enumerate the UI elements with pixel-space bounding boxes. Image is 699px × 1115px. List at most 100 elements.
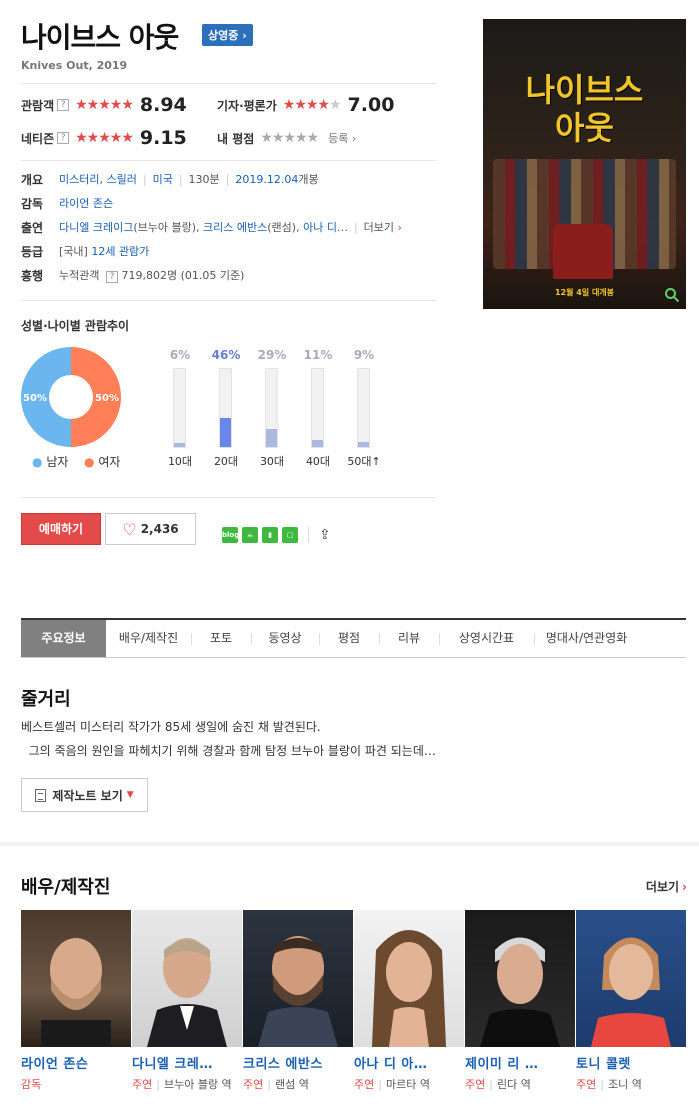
cast-photo[interactable]: [243, 910, 353, 1047]
production-note-label: 제작노트 보기: [52, 788, 123, 803]
blog-icon[interactable]: blog: [222, 527, 239, 543]
chevron-right-icon: ›: [682, 880, 687, 894]
rating-critic: 기자·평론가 ★★★★★ 7.00: [217, 94, 394, 116]
cast-photo[interactable]: [465, 910, 575, 1047]
chevron-right-icon: ›: [242, 29, 247, 42]
production-note-button[interactable]: 제작노트 보기 ▼: [21, 778, 148, 812]
more-label: 더보기: [363, 221, 395, 234]
cast-card[interactable]: 라이언 존슨 감독: [21, 910, 131, 1094]
info-overview: 개요 미스터리, 스릴러 | 미국 | 130분 | 2019.12.04개봉: [21, 173, 319, 187]
cast-name[interactable]: 크리스 에반스: [243, 1053, 353, 1072]
cast-card[interactable]: 크리스 에반스 주연 | 랜섬 역: [243, 910, 353, 1094]
rating-label: 네티즌: [21, 131, 55, 146]
synopsis-text: 그의 죽음의 원인을 파헤치기 위해 경찰과 함께 탐정 브누아 블랑이 파견 …: [28, 744, 436, 758]
chevron-right-icon: ›: [351, 132, 357, 145]
cast-photo[interactable]: [354, 910, 464, 1047]
cast-name[interactable]: 다니엘 크레…: [132, 1053, 242, 1072]
rating-mine: 내 평점 ★★★★★ 등록 ›: [217, 128, 356, 148]
gender-pie-chart: 50% 50%: [21, 347, 121, 447]
tab-main-info[interactable]: 주요정보: [21, 620, 106, 657]
role-type: 주연: [354, 1078, 375, 1091]
info-boxoffice: 흥행 누적관객 ? 719,802명 (01.05 기준): [21, 267, 244, 284]
bar-track: [219, 368, 232, 448]
actor-role: (브누아 블랑): [133, 221, 197, 234]
zoom-icon[interactable]: [664, 287, 680, 303]
rating-netizen: 네티즌 ? ★★★★★ 9.15: [21, 127, 187, 149]
grade-region: [국내]: [59, 245, 88, 258]
age-label: 50대↑: [347, 455, 381, 468]
rating-score: 8.94: [139, 94, 187, 116]
cast-name[interactable]: 토니 콜렛: [576, 1053, 686, 1072]
age-label: 20대: [213, 455, 239, 468]
cast-name[interactable]: 제이미 리 …: [465, 1053, 575, 1072]
legend-female: ● 여자: [84, 453, 120, 470]
genre-link[interactable]: 스릴러: [106, 173, 136, 186]
synopsis-line: 베스트셀러 미스터리 작가가 85세 생일에 숨진 채 발견된다.: [21, 720, 321, 734]
more-label: 더보기: [645, 880, 680, 894]
bar-track: [173, 368, 186, 448]
poster-title: 나이브스 아웃: [483, 71, 686, 147]
like-button[interactable]: ♡ 2,436: [105, 513, 196, 545]
country-link[interactable]: 미국: [153, 173, 173, 186]
age-pct: 9%: [353, 348, 375, 362]
cast-name[interactable]: 아나 디 아…: [354, 1053, 464, 1072]
chevron-right-icon: ›: [397, 221, 402, 234]
tab-photo[interactable]: 포토: [191, 620, 251, 657]
legend-label: 남자: [46, 455, 69, 469]
like-count: 2,436: [140, 522, 179, 536]
help-icon[interactable]: ?: [57, 99, 70, 111]
register-rating-link[interactable]: 등록 ›: [328, 130, 356, 146]
tab-video[interactable]: 동영상: [251, 620, 319, 657]
boxoffice-label: 누적관객: [59, 269, 100, 282]
tab-rating[interactable]: 평점: [319, 620, 379, 657]
actor-link[interactable]: 다니엘 크레이그: [59, 221, 133, 234]
role-type: 주연: [243, 1078, 264, 1091]
actor-link[interactable]: 크리스 에반스: [203, 221, 267, 234]
cast-name[interactable]: 라이언 존슨: [21, 1053, 131, 1072]
role-type: 주연: [465, 1078, 486, 1091]
cast-role: 주연 | 랜섬 역: [243, 1076, 353, 1094]
director-link[interactable]: 라이언 존슨: [59, 195, 113, 212]
cast-photo[interactable]: [132, 910, 242, 1047]
cast-card[interactable]: 다니엘 크레… 주연 | 브누아 블랑 역: [132, 910, 242, 1094]
help-icon[interactable]: ?: [105, 271, 118, 283]
actor-link[interactable]: 아나 디: [303, 221, 337, 234]
cast-card[interactable]: 제이미 리 … 주연 | 린다 역: [465, 910, 575, 1094]
bookmark-icon[interactable]: ▮: [262, 527, 278, 543]
cafe-icon[interactable]: ☕: [242, 527, 258, 543]
share-icon[interactable]: ⇪: [319, 527, 337, 543]
bar-fill: [358, 441, 369, 447]
dot-icon: ●: [32, 455, 43, 469]
tab-cast[interactable]: 배우/제작진: [106, 620, 191, 657]
status-badge[interactable]: 상영중 ›: [202, 24, 253, 46]
movie-poster[interactable]: 나이브스 아웃 12월 4일 대개봉: [483, 19, 686, 309]
my-star-input[interactable]: ★★★★★: [260, 130, 319, 146]
tab-quotes[interactable]: 명대사/연관영화: [534, 620, 639, 657]
tab-showtimes[interactable]: 상영시간표: [439, 620, 534, 657]
legend-male: ● 남자: [32, 453, 68, 470]
cast-role: 감독: [21, 1076, 131, 1094]
cast-card[interactable]: 토니 콜렛 주연 | 조니 역: [576, 910, 686, 1094]
info-label: 등급: [21, 245, 44, 259]
release-suffix: 개봉: [298, 173, 319, 186]
cast-photo[interactable]: [21, 910, 131, 1047]
rating-score: 9.15: [139, 127, 187, 149]
cast-more-link[interactable]: 더보기 ›: [646, 878, 687, 895]
cast-role: 주연 | 린다 역: [465, 1076, 575, 1094]
role-name: 린다 역: [496, 1078, 531, 1091]
reserve-button[interactable]: 예매하기: [21, 513, 101, 545]
role-type: 주연: [132, 1078, 153, 1091]
more-cast-link[interactable]: 더보기 ›: [364, 221, 402, 234]
boxoffice-value: 719,802명 (01.05 기준): [121, 269, 245, 282]
cast-photo[interactable]: [576, 910, 686, 1047]
cast-card[interactable]: 아나 디 아… 주연 | 마르타 역: [354, 910, 464, 1094]
memo-icon[interactable]: ▢: [282, 527, 298, 543]
separator: |: [267, 1078, 271, 1091]
star-rating: ★★★★★: [75, 97, 134, 113]
grade-link[interactable]: 12세 관람가: [91, 245, 149, 258]
tab-review[interactable]: 리뷰: [379, 620, 439, 657]
genre-link[interactable]: 미스터리: [59, 173, 99, 186]
release-date-link[interactable]: 2019.12.04: [235, 173, 298, 186]
age-pct: 6%: [169, 348, 191, 362]
help-icon[interactable]: ?: [57, 132, 70, 144]
